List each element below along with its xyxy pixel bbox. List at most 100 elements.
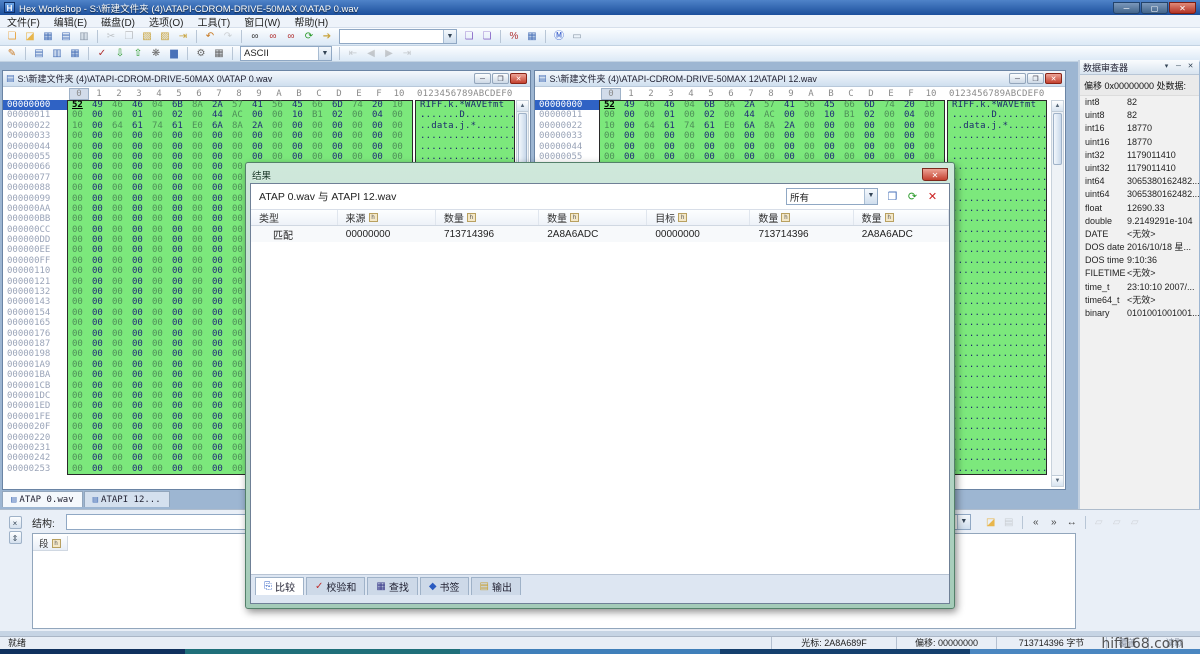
byte-cell[interactable]: 00: [69, 152, 89, 162]
byte-cell[interactable]: 64: [641, 121, 661, 131]
byte-cell[interactable]: 00: [109, 308, 129, 318]
byte-cell[interactable]: 00: [209, 370, 229, 380]
byte-cell[interactable]: 00: [169, 370, 189, 380]
byte-cell[interactable]: 10: [601, 121, 621, 131]
byte-cell[interactable]: 00: [129, 422, 149, 432]
byte-cell[interactable]: 00: [189, 349, 209, 359]
byte-cell[interactable]: 00: [109, 152, 129, 162]
byte-cell[interactable]: 00: [641, 152, 661, 162]
byte-cell[interactable]: 00: [89, 381, 109, 391]
find-prev-doc-icon[interactable]: ❏: [479, 29, 495, 44]
byte-cell[interactable]: 00: [89, 370, 109, 380]
byte-cell[interactable]: 49: [621, 100, 641, 110]
byte-cell[interactable]: 00: [721, 110, 741, 120]
byte-cell[interactable]: 00: [641, 131, 661, 141]
scrollbar-thumb[interactable]: [1053, 113, 1062, 165]
cut-icon[interactable]: ✂: [103, 29, 119, 44]
ascii-cell[interactable]: .................: [949, 412, 1047, 422]
byte-cell[interactable]: 56: [269, 100, 289, 110]
chevron-down-icon[interactable]: ▼: [864, 189, 877, 204]
byte-cell[interactable]: 00: [109, 142, 129, 152]
byte-cell[interactable]: 00: [89, 401, 109, 411]
byte-cell[interactable]: 00: [209, 277, 229, 287]
byte-cell[interactable]: 2A: [741, 100, 761, 110]
byte-cell[interactable]: 00: [349, 152, 369, 162]
byte-cell[interactable]: 00: [109, 349, 129, 359]
byte-cell[interactable]: 00: [861, 152, 881, 162]
byte-cell[interactable]: 00: [209, 235, 229, 245]
byte-cell[interactable]: 00: [129, 152, 149, 162]
byte-cell[interactable]: 00: [169, 183, 189, 193]
byte-cell[interactable]: 00: [189, 401, 209, 411]
byte-cell[interactable]: 00: [169, 443, 189, 453]
byte-cell[interactable]: 00: [209, 412, 229, 422]
struct-tool-2-icon[interactable]: ▱: [1109, 515, 1125, 530]
byte-cell[interactable]: 00: [109, 318, 129, 328]
byte-cell[interactable]: 00: [149, 308, 169, 318]
search-combobox[interactable]: ▼: [339, 29, 457, 44]
segment-column-header[interactable]: 段h: [33, 536, 68, 551]
results-tab-5[interactable]: ▤输出: [471, 577, 521, 595]
byte-cell[interactable]: 41: [781, 100, 801, 110]
byte-cell[interactable]: 20: [901, 100, 921, 110]
byte-cell[interactable]: 00: [189, 318, 209, 328]
byte-cell[interactable]: 00: [149, 391, 169, 401]
byte-cell[interactable]: 00: [69, 287, 89, 297]
ascii-cell[interactable]: .................: [949, 381, 1047, 391]
ascii-cell[interactable]: .................: [949, 225, 1047, 235]
next-difference-icon[interactable]: ▶: [381, 46, 397, 61]
byte-cell[interactable]: 00: [69, 381, 89, 391]
byte-cell[interactable]: 00: [109, 225, 129, 235]
byte-cell[interactable]: 00: [129, 297, 149, 307]
byte-cell[interactable]: 2A: [781, 121, 801, 131]
byte-cell[interactable]: 52: [69, 100, 89, 110]
byte-cell[interactable]: 00: [69, 318, 89, 328]
byte-cell[interactable]: 00: [109, 297, 129, 307]
byte-cell[interactable]: 10: [69, 121, 89, 131]
byte-cell[interactable]: 00: [269, 121, 289, 131]
byte-cell[interactable]: 46: [661, 100, 681, 110]
byte-cell[interactable]: 00: [149, 266, 169, 276]
byte-cell[interactable]: 00: [129, 235, 149, 245]
byte-cell[interactable]: 00: [209, 453, 229, 463]
byte-cell[interactable]: 44: [741, 110, 761, 120]
byte-cell[interactable]: 00: [69, 131, 89, 141]
last-difference-icon[interactable]: ⇥: [399, 46, 415, 61]
byte-cell[interactable]: 00: [189, 183, 209, 193]
byte-cell[interactable]: 00: [901, 131, 921, 141]
byte-cell[interactable]: 00: [69, 308, 89, 318]
checksum-icon[interactable]: %: [506, 29, 522, 44]
byte-cell[interactable]: 00: [109, 204, 129, 214]
byte-cell[interactable]: 00: [129, 142, 149, 152]
byte-cell[interactable]: 01: [661, 110, 681, 120]
byte-cell[interactable]: 00: [129, 464, 149, 474]
ascii-cell[interactable]: .................: [949, 443, 1047, 453]
byte-cell[interactable]: 00: [69, 214, 89, 224]
byte-cell[interactable]: 00: [921, 131, 941, 141]
byte-cell[interactable]: 00: [89, 173, 109, 183]
byte-cell[interactable]: 00: [109, 381, 129, 391]
byte-cell[interactable]: 00: [149, 318, 169, 328]
byte-cell[interactable]: 00: [801, 152, 821, 162]
results-tab-1[interactable]: ⎘比较: [255, 577, 304, 595]
byte-cell[interactable]: 00: [621, 152, 641, 162]
byte-cell[interactable]: 00: [701, 131, 721, 141]
byte-cell[interactable]: 00: [89, 453, 109, 463]
byte-cell[interactable]: 8A: [189, 100, 209, 110]
byte-cell[interactable]: 00: [109, 131, 129, 141]
results-tab-3[interactable]: ▦查找: [367, 577, 417, 595]
ascii-cell[interactable]: .................: [949, 277, 1047, 287]
byte-cell[interactable]: 00: [209, 401, 229, 411]
hex-row[interactable]: 0000000052494646046B8A2A57415645666D7420…: [3, 100, 516, 110]
hex-row[interactable]: 0000005500000000000000000000000000000000…: [535, 152, 1051, 162]
byte-cell[interactable]: 61: [661, 121, 681, 131]
byte-cell[interactable]: 02: [861, 110, 881, 120]
byte-cell[interactable]: 00: [209, 318, 229, 328]
copy-results-icon[interactable]: ❐: [884, 189, 901, 205]
byte-cell[interactable]: 00: [269, 152, 289, 162]
byte-cell[interactable]: 00: [89, 349, 109, 359]
byte-cell[interactable]: 00: [149, 339, 169, 349]
byte-cell[interactable]: 2A: [249, 121, 269, 131]
byte-cell[interactable]: 00: [269, 131, 289, 141]
byte-cell[interactable]: 00: [149, 381, 169, 391]
